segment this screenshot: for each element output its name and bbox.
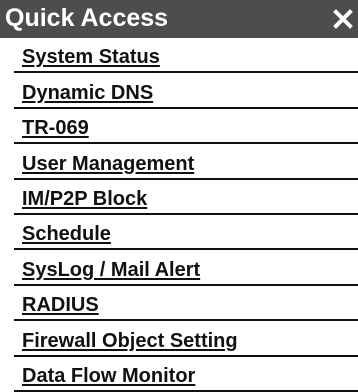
close-icon[interactable] [331,7,355,31]
radius-link[interactable]: RADIUS [22,292,99,318]
close-icon-glyph [331,7,355,31]
schedule-link[interactable]: Schedule [22,221,111,247]
panel-title: Quick Access [5,4,169,32]
menu-item-firewall-object-setting: Firewall Object Setting [14,321,358,357]
user-management-link[interactable]: User Management [22,151,194,177]
syslog-mail-alert-link[interactable]: SysLog / Mail Alert [22,257,200,283]
firewall-object-setting-link[interactable]: Firewall Object Setting [22,328,238,354]
im-p2p-block-link[interactable]: IM/P2P Block [22,186,147,212]
panel-header: Quick Access [0,0,358,38]
dynamic-dns-link[interactable]: Dynamic DNS [22,80,153,106]
quick-access-panel: Quick Access System Status Dynamic DNS T… [0,0,358,392]
quick-access-menu: System Status Dynamic DNS TR-069 User Ma… [0,38,358,392]
data-flow-monitor-link[interactable]: Data Flow Monitor [22,363,195,389]
menu-item-syslog-mail-alert: SysLog / Mail Alert [14,250,358,286]
system-status-link[interactable]: System Status [22,44,160,70]
tr-069-link[interactable]: TR-069 [22,115,89,141]
menu-item-dynamic-dns: Dynamic DNS [14,73,358,109]
menu-item-data-flow-monitor: Data Flow Monitor [14,356,358,392]
menu-item-radius: RADIUS [14,285,358,322]
menu-item-system-status: System Status [14,38,358,74]
menu-item-im-p2p-block: IM/P2P Block [14,179,358,215]
menu-item-user-management: User Management [14,144,358,180]
menu-item-schedule: Schedule [14,214,358,251]
menu-item-tr-069: TR-069 [14,108,358,145]
